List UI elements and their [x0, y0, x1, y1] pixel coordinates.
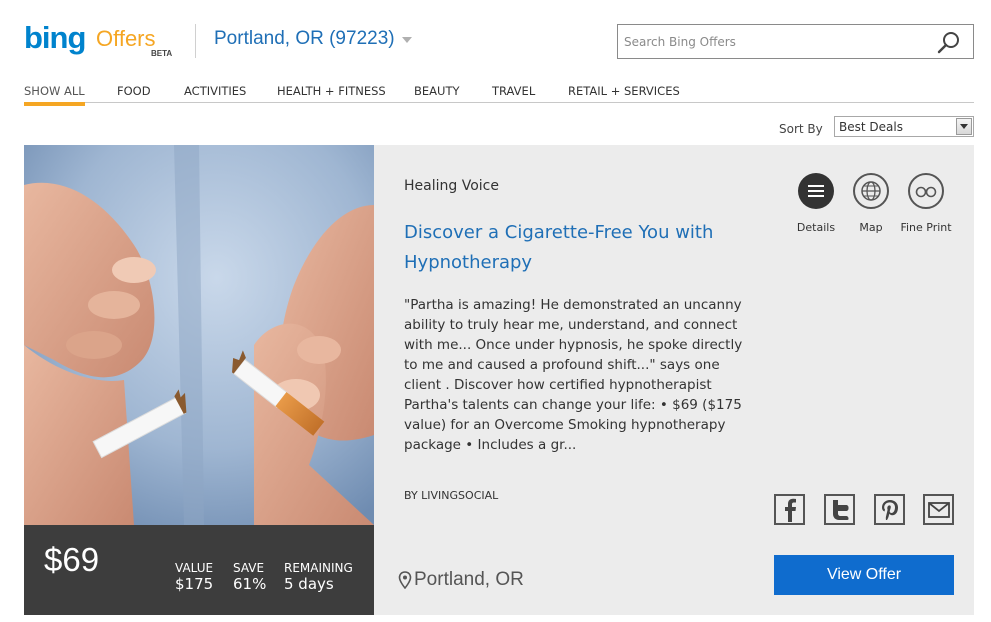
map-button[interactable]: Map [840, 173, 902, 234]
twitter-share-button[interactable] [824, 494, 855, 525]
price-bar: $69 VALUE $175 SAVE 61% REMAINING 5 days [24, 525, 374, 615]
logo-bing-text: bing [24, 20, 86, 55]
offer-card: $69 VALUE $175 SAVE 61% REMAINING 5 days… [24, 145, 974, 615]
email-icon [927, 501, 950, 518]
offer-title-link[interactable]: Discover a Cigarette-Free You with Hypno… [404, 218, 724, 278]
location-label: Portland, OR (97223) [214, 28, 395, 49]
nav-show-all[interactable]: SHOW ALL [24, 84, 85, 106]
sort-selected-value: Best Deals [839, 120, 903, 134]
value-stat: VALUE $175 [175, 561, 213, 593]
nav-travel[interactable]: TRAVEL [492, 84, 535, 103]
location-selector[interactable]: Portland, OR (97223) [214, 28, 412, 50]
value-amount: $175 [175, 575, 214, 593]
bing-offers-logo[interactable]: bing Offers BETA [24, 20, 174, 58]
header-divider [195, 24, 196, 58]
search-input[interactable] [624, 33, 924, 51]
search-icon[interactable] [937, 31, 961, 55]
nav-health-fitness[interactable]: HEALTH + FITNESS [277, 84, 386, 103]
save-label: SAVE [233, 561, 265, 575]
cigarette-photo [24, 145, 374, 525]
details-label: Details [796, 221, 836, 234]
value-label: VALUE [175, 561, 214, 575]
nav-activities[interactable]: ACTIVITIES [184, 84, 246, 103]
nav-retail-services[interactable]: RETAIL + SERVICES [568, 84, 680, 103]
nav-food[interactable]: FOOD [117, 84, 151, 103]
chevron-down-icon [956, 118, 972, 135]
offer-location-text: Portland, OR [414, 569, 524, 590]
offer-description: "Partha is amazing! He demonstrated an u… [404, 297, 743, 453]
globe-icon [853, 173, 889, 209]
remaining-amount: 5 days [284, 575, 334, 593]
nav-beauty[interactable]: BEAUTY [414, 84, 460, 103]
details-button[interactable]: Details [785, 173, 847, 234]
fine-print-button[interactable]: Fine Print [895, 173, 957, 234]
sort-by-label: Sort By [779, 122, 823, 136]
facebook-icon [784, 498, 796, 522]
remaining-label: REMAINING [284, 561, 353, 575]
pinterest-icon [881, 499, 898, 520]
chevron-down-icon [401, 37, 412, 43]
email-share-button[interactable] [923, 494, 954, 525]
logo-offers-text: Offers [96, 26, 156, 51]
save-amount: 61% [233, 575, 267, 593]
offer-price: $69 [44, 541, 100, 578]
save-stat: SAVE 61% [233, 561, 266, 593]
category-nav: SHOW ALL FOOD ACTIVITIES HEALTH + FITNES… [24, 84, 974, 106]
remaining-stat: REMAINING 5 days [284, 561, 353, 593]
twitter-icon [832, 499, 848, 520]
search-box [617, 24, 974, 59]
offer-provider: BY LIVINGSOCIAL [404, 489, 499, 502]
view-offer-button[interactable]: View Offer [774, 555, 954, 595]
glasses-icon [908, 173, 944, 209]
offer-image[interactable] [24, 145, 374, 525]
offer-location: Portland, OR [398, 569, 524, 591]
logo-beta-badge: BETA [151, 49, 173, 58]
merchant-name: Healing Voice [404, 178, 499, 194]
facebook-share-button[interactable] [774, 494, 805, 525]
map-label: Map [859, 221, 883, 234]
sort-by-select[interactable]: Best Deals [834, 116, 974, 137]
map-pin-icon [398, 571, 412, 589]
pinterest-share-button[interactable] [874, 494, 905, 525]
fine-print-label: Fine Print [900, 221, 952, 234]
list-icon [798, 173, 834, 209]
